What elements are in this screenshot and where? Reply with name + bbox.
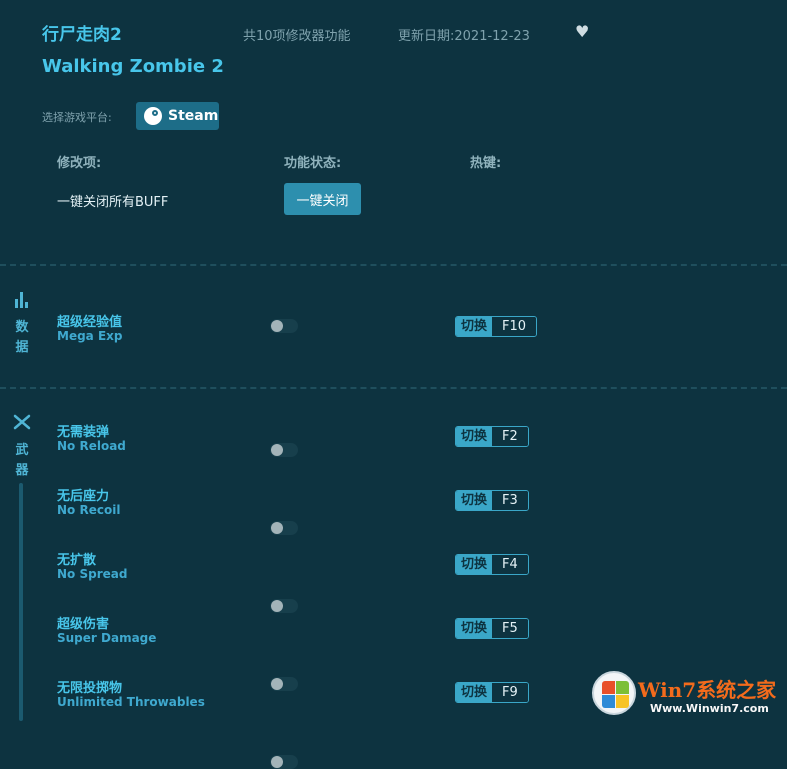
cheat-toggle-no-reload[interactable]	[270, 443, 298, 457]
hotkey-label: 切换	[456, 427, 493, 446]
disable-all-buff-label: 一键关闭所有BUFF	[57, 195, 169, 210]
category-scroll-rail[interactable]	[19, 483, 23, 721]
cheat-name-cn: 无扩散	[57, 553, 97, 568]
cheat-toggle-no-recoil[interactable]	[270, 521, 298, 535]
watermark-url: Www.Winwin7.com	[650, 702, 769, 715]
cheat-name-en: No Spread	[57, 567, 128, 581]
hotkey-button-mega-exp[interactable]: 切换 F10	[455, 316, 538, 337]
game-title-en: Walking Zombie 2	[42, 56, 224, 77]
cheat-count: 共10项修改器功能	[243, 29, 351, 44]
disable-all-button[interactable]: 一键关闭	[284, 183, 361, 215]
platform-label: 选择游戏平台:	[42, 111, 112, 124]
bar-chart-icon	[15, 292, 31, 308]
column-header-status: 功能状态:	[284, 156, 342, 171]
steam-icon	[144, 107, 162, 125]
hotkey-button-no-spread[interactable]: 切换 F4	[455, 554, 529, 575]
hotkey-key: F2	[492, 427, 528, 446]
update-date: 更新日期:2021-12-23	[398, 29, 530, 44]
cheat-name-cn: 无限投掷物	[57, 681, 123, 696]
hotkey-key: F3	[492, 491, 528, 510]
column-header-item: 修改项:	[57, 156, 102, 171]
hotkey-button-super-damage[interactable]: 切换 F5	[455, 618, 529, 639]
cheat-name-cn: 无需装弹	[57, 425, 110, 440]
hotkey-label: 切换	[456, 317, 493, 336]
steam-platform-button[interactable]: Steam	[136, 102, 219, 130]
hotkey-label: 切换	[456, 555, 493, 574]
cheat-toggle-unlimited-throwables[interactable]	[270, 755, 298, 769]
watermark: Win7系统之家 Www.Winwin7.com	[588, 668, 787, 721]
hotkey-key: F5	[492, 619, 528, 638]
cheat-toggle-super-damage[interactable]	[270, 677, 298, 691]
hotkey-label: 切换	[456, 491, 493, 510]
hotkey-button-no-recoil[interactable]: 切换 F3	[455, 490, 529, 511]
hotkey-key: F9	[492, 683, 528, 702]
cheat-name-en: No Recoil	[57, 503, 121, 517]
category-label-data-1: 数	[15, 320, 29, 335]
watermark-title: Win7系统之家	[638, 678, 777, 702]
section-divider	[0, 387, 787, 389]
cheat-toggle-mega-exp[interactable]	[270, 319, 298, 333]
steam-label: Steam	[168, 108, 219, 124]
heart-icon[interactable]: ♥	[575, 22, 589, 41]
hotkey-button-no-reload[interactable]: 切换 F2	[455, 426, 529, 447]
hotkey-key: F4	[492, 555, 528, 574]
hotkey-label: 切换	[456, 683, 493, 702]
hotkey-label: 切换	[456, 619, 493, 638]
cheat-name-en: No Reload	[57, 439, 126, 453]
hotkey-button-unlimited-throwables[interactable]: 切换 F9	[455, 682, 529, 703]
category-label-weapon-2: 器	[15, 463, 29, 478]
hotkey-key: F10	[492, 317, 537, 336]
category-label-weapon-1: 武	[15, 443, 29, 458]
cheat-name-cn: 超级伤害	[57, 617, 110, 632]
cheat-toggle-no-spread[interactable]	[270, 599, 298, 613]
cheat-name-en: Mega Exp	[57, 329, 123, 343]
section-divider	[0, 264, 787, 266]
cheat-name-en: Unlimited Throwables	[57, 695, 205, 709]
column-header-hotkey: 热键:	[470, 156, 502, 171]
cheat-name-cn: 超级经验值	[57, 315, 123, 330]
crossed-swords-icon	[13, 414, 31, 430]
windows-logo-icon	[592, 671, 636, 715]
cheat-name-cn: 无后座力	[57, 489, 110, 504]
game-title-cn: 行尸走肉2	[42, 25, 122, 45]
category-label-data-2: 据	[15, 340, 29, 355]
cheat-name-en: Super Damage	[57, 631, 157, 645]
